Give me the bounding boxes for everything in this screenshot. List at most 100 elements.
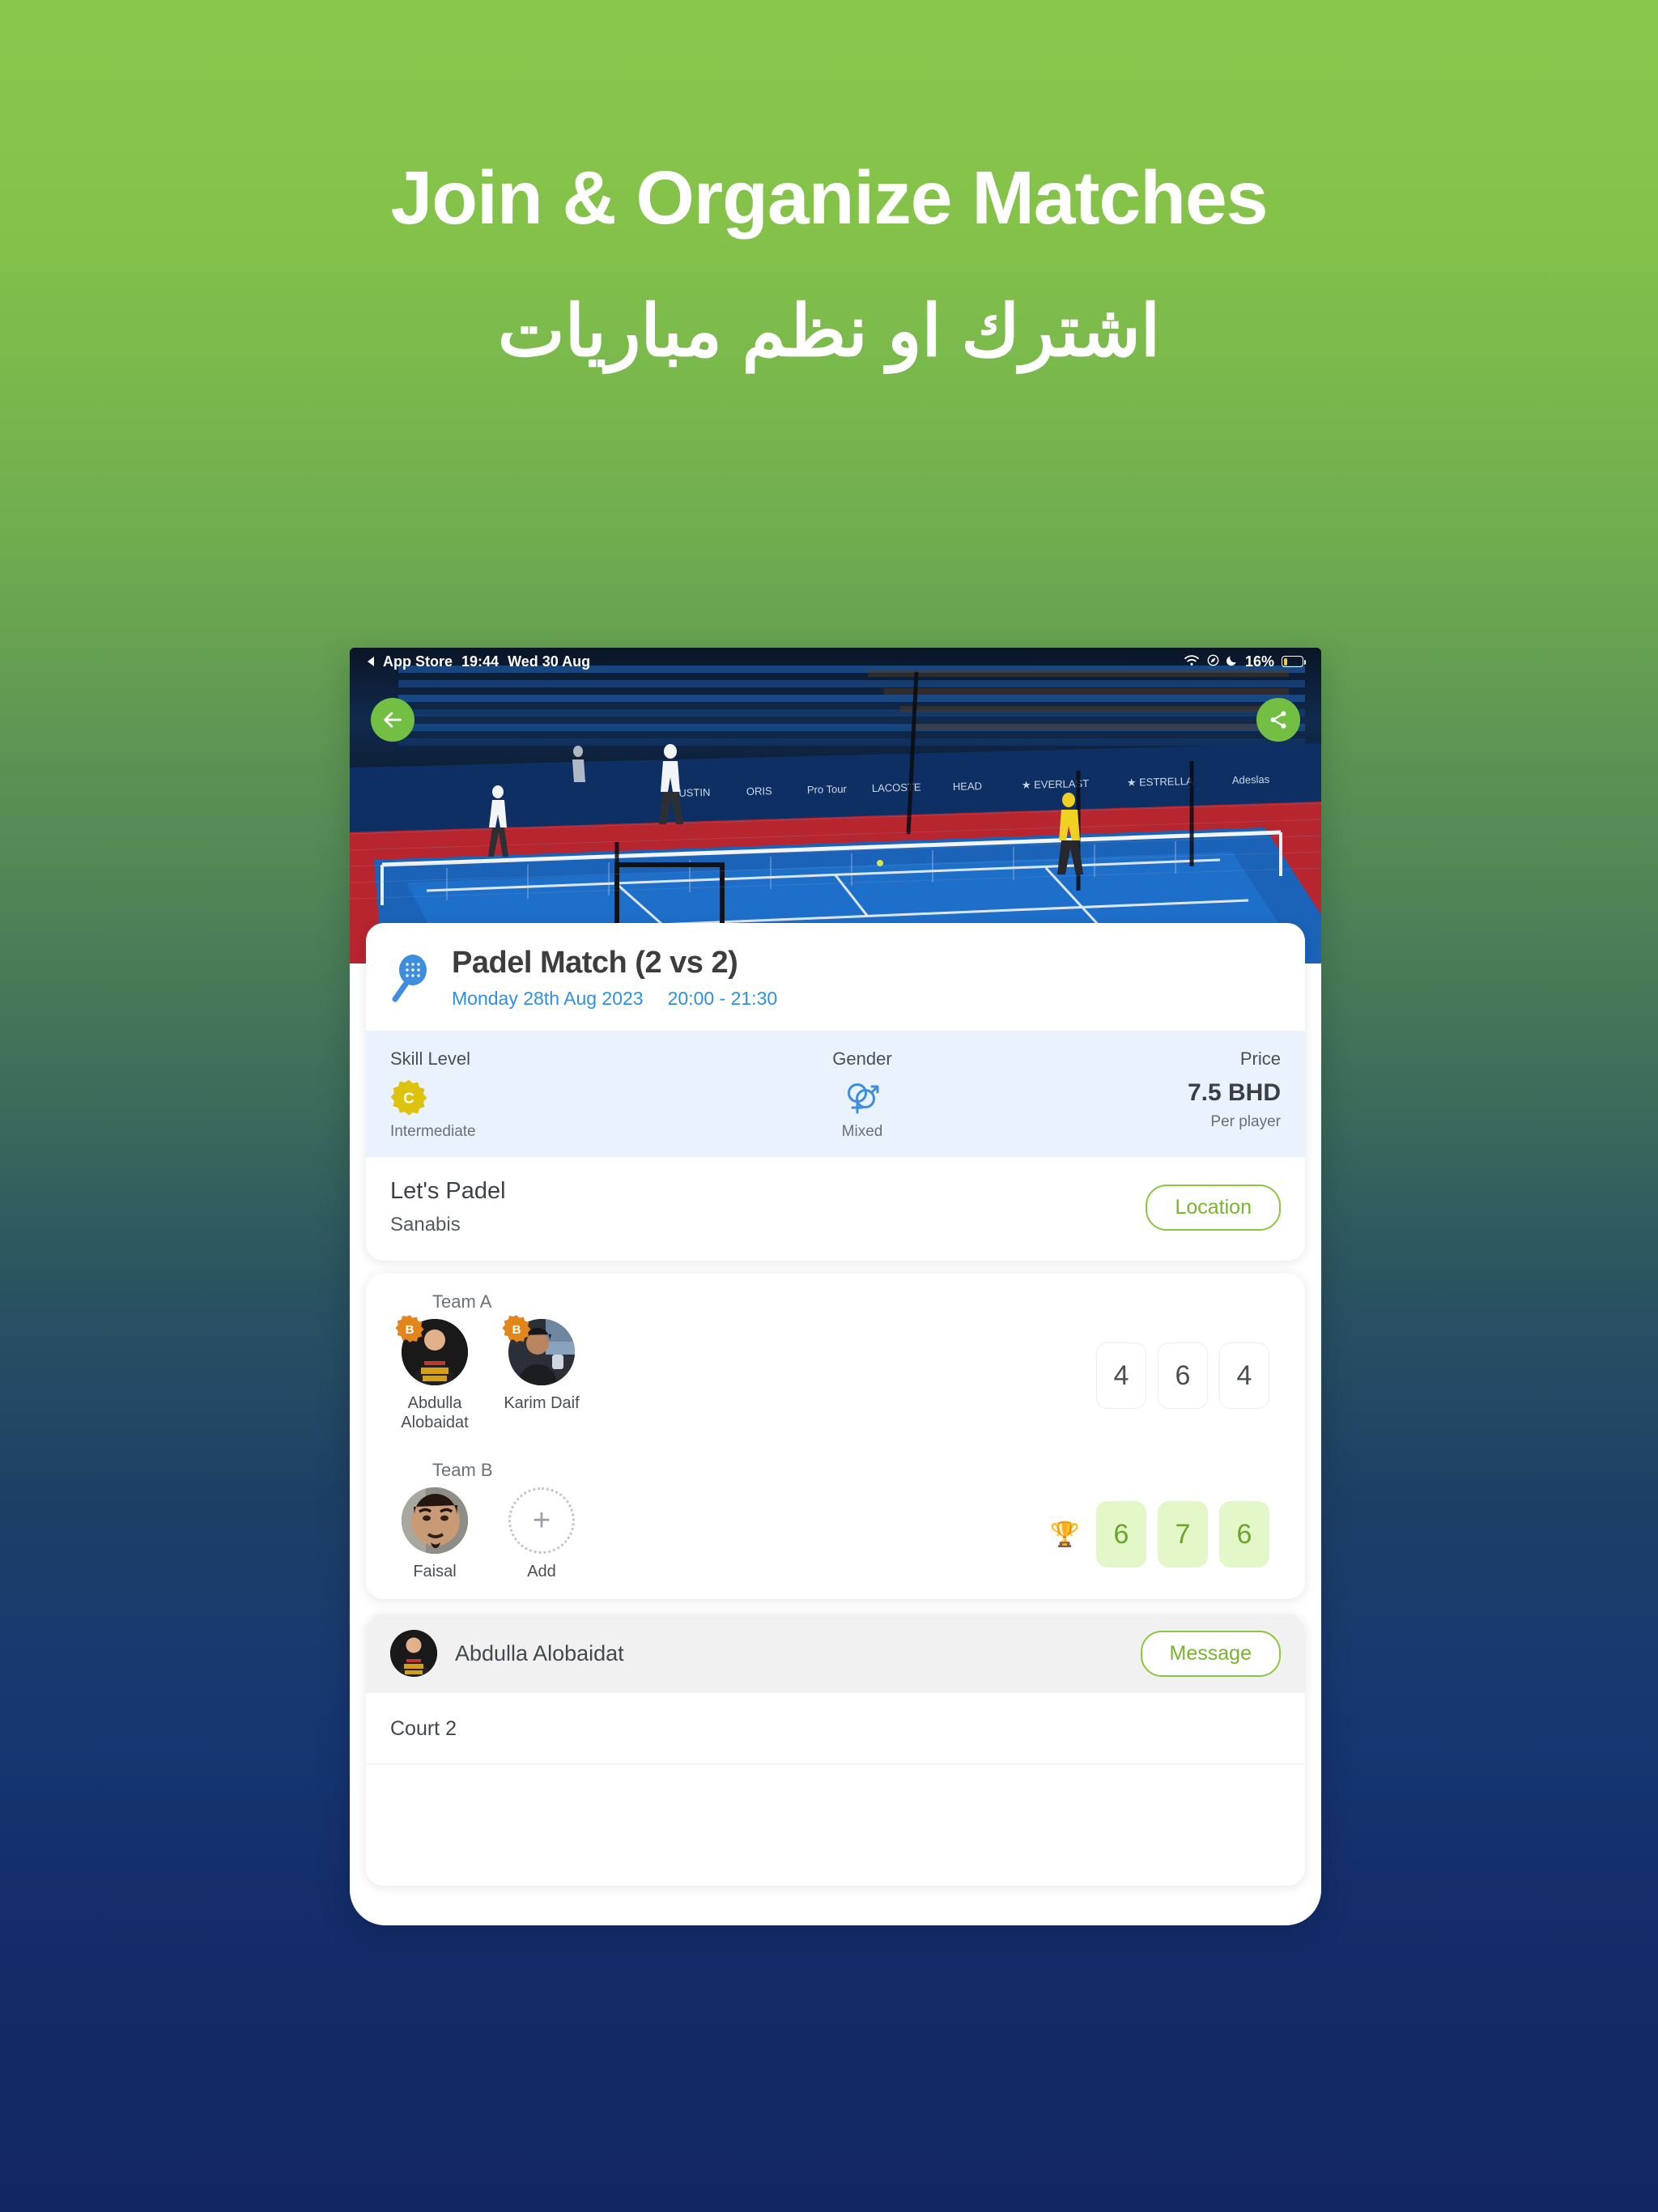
svg-text:ORIS: ORIS <box>746 785 772 798</box>
promo-headline-block: Join & Organize Matches اشترك او نظم مبا… <box>0 0 1658 376</box>
match-detail-sheet: Padel Match (2 vs 2) Monday 28th Aug 202… <box>366 923 1305 1886</box>
score-box[interactable]: 6 <box>1158 1342 1208 1409</box>
team-block-a: Team A B Abdulla Alobaidat B Karim Daif … <box>366 1285 1305 1432</box>
gender-value: Mixed <box>841 1123 883 1140</box>
battery-icon <box>1282 656 1306 667</box>
plus-icon: + <box>508 1487 575 1554</box>
match-time: 20:00 - 21:30 <box>667 988 778 1009</box>
message-button[interactable]: Message <box>1140 1630 1281 1677</box>
gender-label: Gender <box>832 1049 892 1069</box>
stat-skill-level: Skill Level C Intermediate <box>390 1049 711 1141</box>
player-badge-letter: B <box>512 1323 521 1337</box>
svg-text:★ ESTRELLA: ★ ESTRELLA <box>1127 775 1193 789</box>
arrow-left-icon <box>384 712 402 728</box>
avatar-faisal-image <box>402 1487 468 1554</box>
headline-arabic: اشترك او نظم مباريات <box>497 290 1161 371</box>
team-b-label: Team B <box>432 1460 493 1480</box>
match-header: Padel Match (2 vs 2) Monday 28th Aug 202… <box>366 923 1305 1031</box>
gender-mixed-icon <box>848 1083 879 1114</box>
skill-level-value: Intermediate <box>390 1123 476 1140</box>
add-player-slot[interactable]: + Add <box>497 1487 586 1581</box>
venue-area: Sanabis <box>390 1214 461 1236</box>
headline-english: Join & Organize Matches <box>390 155 1269 240</box>
battery-percent-label: 16% <box>1244 653 1274 670</box>
score-box[interactable]: 7 <box>1158 1501 1208 1568</box>
status-bar: App Store 19:44 Wed 30 Aug 16% <box>350 648 1321 675</box>
svg-text:Adeslas: Adeslas <box>1232 773 1270 786</box>
wifi-icon <box>1184 654 1200 669</box>
score-box[interactable]: 4 <box>1219 1342 1269 1409</box>
back-button[interactable] <box>371 698 414 742</box>
team-a-label: Team A <box>432 1291 492 1312</box>
score-box[interactable]: 6 <box>1219 1501 1269 1568</box>
location-icon <box>1207 654 1219 669</box>
price-label: Price <box>1239 1049 1281 1069</box>
status-time: 19:44 <box>461 653 500 670</box>
trophy-icon: 🏆 <box>1049 1521 1080 1548</box>
avatar-abdulla-image <box>390 1630 437 1677</box>
match-stats-strip: Skill Level C Intermediate Gender Mixed … <box>366 1031 1305 1157</box>
venue-section: Let's Padel Sanabis Location <box>366 1157 1305 1261</box>
court-label: Court 2 <box>366 1693 1305 1764</box>
player-slot[interactable]: B Abdulla Alobaidat <box>390 1315 479 1432</box>
svg-text:HEAD: HEAD <box>953 780 982 793</box>
teams-card: Team A B Abdulla Alobaidat B Karim Daif … <box>366 1274 1305 1599</box>
player-name: Faisal <box>413 1563 457 1580</box>
svg-text:Pro Tour: Pro Tour <box>807 783 848 796</box>
organizer-card: Abdulla Alobaidat Message Court 2 <box>366 1614 1305 1886</box>
player-level-badge-icon: B <box>395 1315 424 1342</box>
team-a-scores: 4 6 4 <box>1096 1342 1281 1409</box>
skill-level-badge-icon: C <box>390 1079 427 1116</box>
organizer-row: Abdulla Alobaidat Message <box>366 1614 1305 1693</box>
share-button[interactable] <box>1256 698 1300 742</box>
player-slot[interactable]: Faisal <box>390 1487 479 1581</box>
player-slot[interactable]: B Karim Daif <box>497 1315 586 1432</box>
location-button[interactable]: Location <box>1146 1184 1281 1231</box>
status-back-app-label: App Store <box>383 653 453 670</box>
price-amount: 7.5 BHD <box>1187 1079 1281 1106</box>
player-name: Abdulla Alobaidat <box>401 1394 469 1431</box>
add-player-label: Add <box>527 1563 556 1580</box>
svg-text:LACOSTE: LACOSTE <box>872 781 921 794</box>
venue-name: Let's Padel <box>390 1178 506 1204</box>
player-name: Karim Daif <box>504 1394 580 1412</box>
gender-icon-slot <box>844 1074 881 1120</box>
padel-court-illustration: JUSTIN ORIS Pro Tour LACOSTE HEAD ★ EVER… <box>350 648 1321 963</box>
skill-level-label: Skill Level <box>390 1049 471 1069</box>
organizer-name: Abdulla Alobaidat <box>455 1640 624 1665</box>
price-unit: Per player <box>1210 1113 1281 1130</box>
team-a-players: B Abdulla Alobaidat B Karim Daif <box>390 1315 586 1432</box>
match-summary-card: Padel Match (2 vs 2) Monday 28th Aug 202… <box>366 923 1305 1261</box>
team-b-row: Faisal + Add 🏆 6 7 6 <box>390 1487 1281 1581</box>
team-b-players: Faisal + Add <box>390 1487 586 1581</box>
share-icon <box>1270 711 1286 729</box>
match-datetime: Monday 28th Aug 2023 20:00 - 21:30 <box>452 988 777 1010</box>
status-date: Wed 30 Aug <box>508 653 591 670</box>
match-header-text: Padel Match (2 vs 2) Monday 28th Aug 202… <box>452 946 777 1010</box>
stat-gender: Gender Mixed <box>711 1049 1014 1141</box>
moon-icon <box>1226 654 1238 669</box>
device-screen: JUSTIN ORIS Pro Tour LACOSTE HEAD ★ EVER… <box>350 648 1321 1925</box>
player-badge-letter: B <box>406 1323 414 1337</box>
skill-badge-slot: C <box>390 1074 427 1120</box>
skill-badge-letter: C <box>403 1089 414 1106</box>
score-box[interactable]: 6 <box>1096 1501 1146 1568</box>
hero-image-padel-court: JUSTIN ORIS Pro Tour LACOSTE HEAD ★ EVER… <box>350 648 1321 963</box>
status-bar-right: 16% <box>1184 653 1306 670</box>
team-b-scores: 🏆 6 7 6 <box>1050 1501 1281 1568</box>
match-title: Padel Match (2 vs 2) <box>452 946 738 980</box>
team-a-row: B Abdulla Alobaidat B Karim Daif 4 6 4 <box>390 1315 1281 1432</box>
score-box[interactable]: 4 <box>1096 1342 1146 1409</box>
avatar <box>390 1630 437 1677</box>
padel-racket-icon <box>392 954 427 1002</box>
venue-text: Let's Padel Sanabis <box>390 1178 506 1236</box>
back-triangle-icon <box>368 657 374 666</box>
player-level-badge-icon: B <box>502 1315 531 1342</box>
stat-price: Price 7.5 BHD Per player <box>1014 1049 1281 1141</box>
team-block-b: Team B Faisal + Add 🏆 6 7 6 <box>366 1453 1305 1581</box>
avatar <box>402 1487 468 1554</box>
organizer-identity[interactable]: Abdulla Alobaidat <box>390 1630 624 1677</box>
match-date: Monday 28th Aug 2023 <box>452 988 644 1009</box>
card-empty-area <box>366 1764 1305 1886</box>
status-bar-left: App Store 19:44 Wed 30 Aug <box>368 653 590 670</box>
